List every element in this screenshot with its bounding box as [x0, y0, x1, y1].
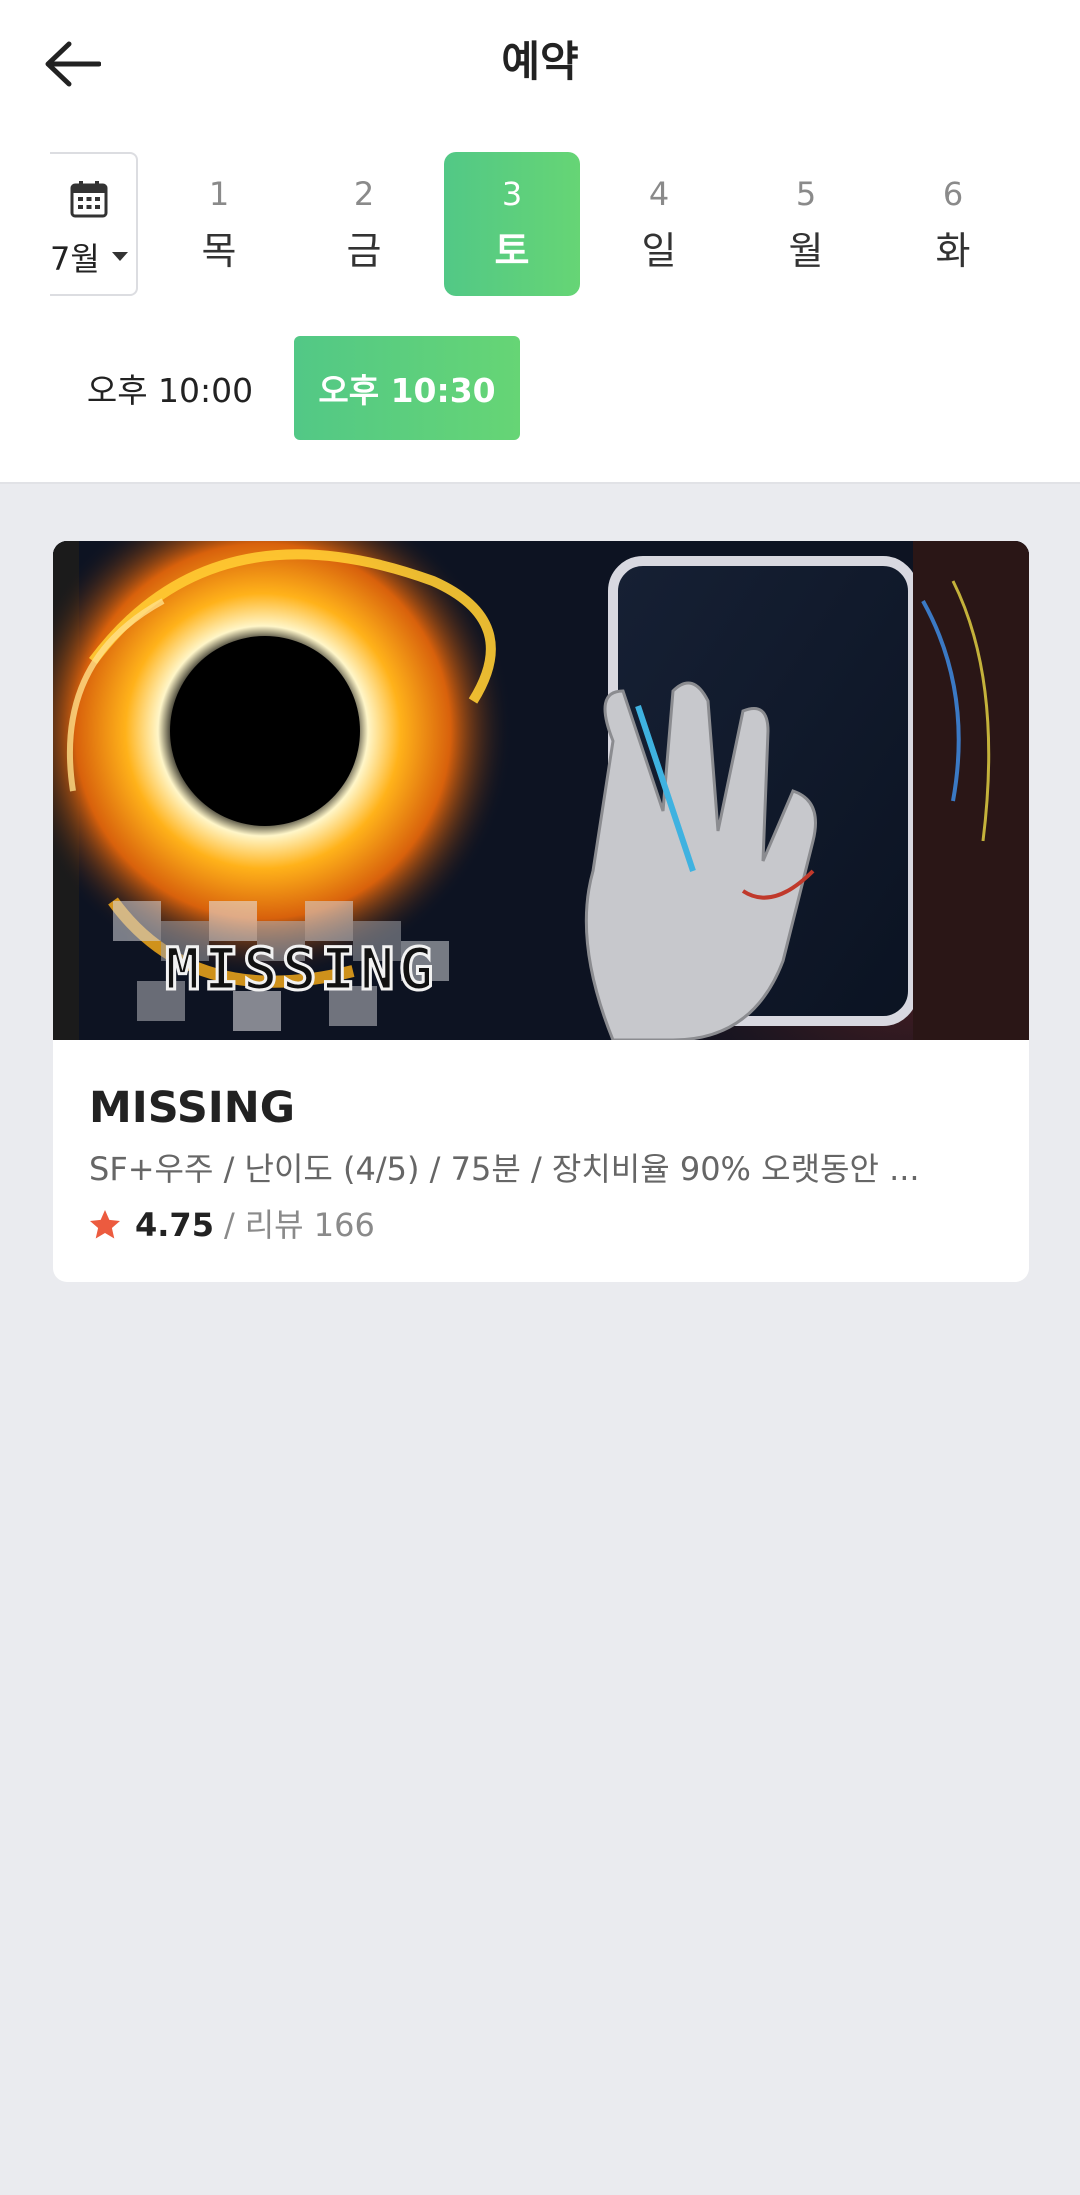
theme-description: SF+우주 / 난이도 (4/5) / 75분 / 장치비율 90% 오랫동안 … — [89, 1150, 920, 1188]
date-weekday: 목 — [201, 229, 237, 273]
date-6[interactable]: 6 화 — [885, 152, 1021, 296]
date-weekday: 토 — [494, 229, 530, 273]
date-4[interactable]: 4 일 — [591, 152, 727, 296]
page-title: 예약 — [501, 37, 579, 86]
date-number: 1 — [208, 175, 230, 213]
review-count: 리뷰 166 — [244, 1206, 375, 1244]
date-number: 6 — [942, 175, 964, 213]
calendar-icon — [70, 181, 108, 218]
rating-separator: / — [223, 1206, 235, 1244]
date-weekday: 일 — [641, 229, 677, 273]
time-slot-2230-selected[interactable]: 오후 10:30 — [294, 336, 520, 440]
date-1[interactable]: 1 목 — [151, 152, 287, 296]
date-weekday: 화 — [935, 229, 971, 273]
theme-title: MISSING — [89, 1083, 296, 1133]
back-button[interactable] — [36, 32, 108, 96]
theme-rating: 4.75 / 리뷰 166 — [87, 1203, 375, 1247]
date-3-selected[interactable]: 3 토 — [444, 152, 580, 296]
theme-poster-image: MISSING — [53, 541, 1029, 1040]
reservation-header-panel: 예약 7월 1 목 2 금 3 토 4 일 5 월 6 화 오후 10:00 오… — [0, 0, 1080, 484]
date-5[interactable]: 5 월 — [738, 152, 874, 296]
poster-title-text: MISSING — [165, 935, 437, 1003]
date-weekday: 금 — [346, 229, 382, 273]
date-number: 5 — [795, 175, 817, 213]
rating-score: 4.75 — [135, 1206, 214, 1244]
chevron-down-icon — [112, 252, 128, 261]
time-slot-2200[interactable]: 오후 10:00 — [60, 336, 280, 440]
month-selector-button[interactable]: 7월 — [50, 152, 138, 296]
star-icon — [90, 1210, 120, 1239]
date-number: 3 — [501, 175, 523, 213]
date-number: 4 — [648, 175, 670, 213]
date-2[interactable]: 2 금 — [296, 152, 432, 296]
date-number: 2 — [353, 175, 375, 213]
date-weekday: 월 — [788, 229, 824, 273]
month-label: 7월 — [50, 240, 100, 278]
theme-card[interactable]: MISSING MISSING SF+우주 / 난이도 (4/5) / 75분 … — [53, 541, 1029, 1282]
arrow-left-icon — [45, 41, 101, 87]
